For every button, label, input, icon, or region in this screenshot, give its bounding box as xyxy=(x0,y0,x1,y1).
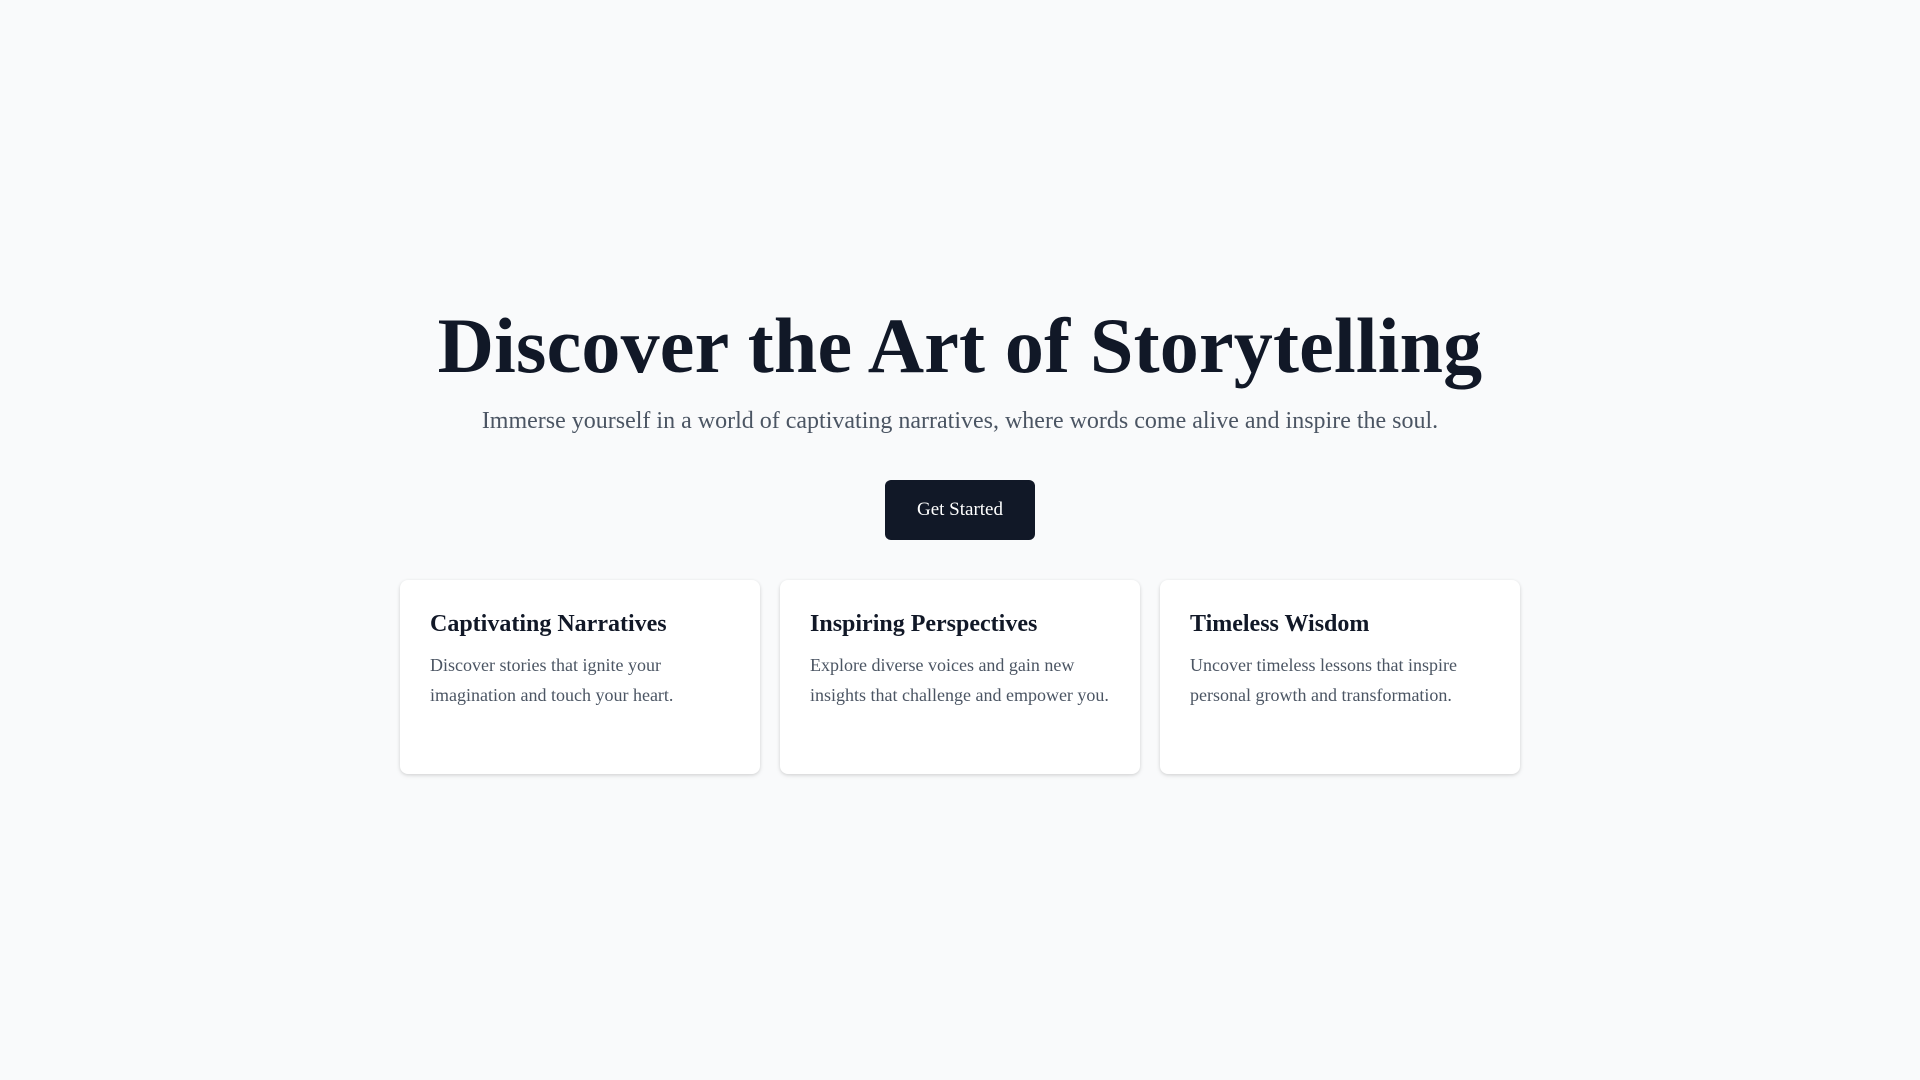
feature-card-timeless-wisdom: Timeless Wisdom Uncover timeless lessons… xyxy=(1160,580,1520,774)
hero-title: Discover the Art of Storytelling xyxy=(437,302,1483,389)
feature-card-inspiring-perspectives: Inspiring Perspectives Explore diverse v… xyxy=(780,580,1140,774)
feature-card-title: Inspiring Perspectives xyxy=(810,611,1038,637)
feature-card-text: Discover stories that ignite your imagin… xyxy=(430,655,674,705)
feature-card-text: Uncover timeless lessons that inspire pe… xyxy=(1190,655,1457,705)
feature-cards: Captivating Narratives Discover stories … xyxy=(400,580,1520,774)
feature-card-captivating-narratives: Captivating Narratives Discover stories … xyxy=(400,580,760,774)
get-started-button[interactable]: Get Started xyxy=(885,480,1035,540)
feature-card-title: Captivating Narratives xyxy=(430,611,667,637)
feature-card-title: Timeless Wisdom xyxy=(1190,611,1370,637)
feature-card-text: Explore diverse voices and gain new insi… xyxy=(810,655,1109,705)
hero-subtitle: Immerse yourself in a world of captivati… xyxy=(481,408,1439,434)
landing-page: Discover the Art of Storytelling Immerse… xyxy=(0,0,1920,1080)
